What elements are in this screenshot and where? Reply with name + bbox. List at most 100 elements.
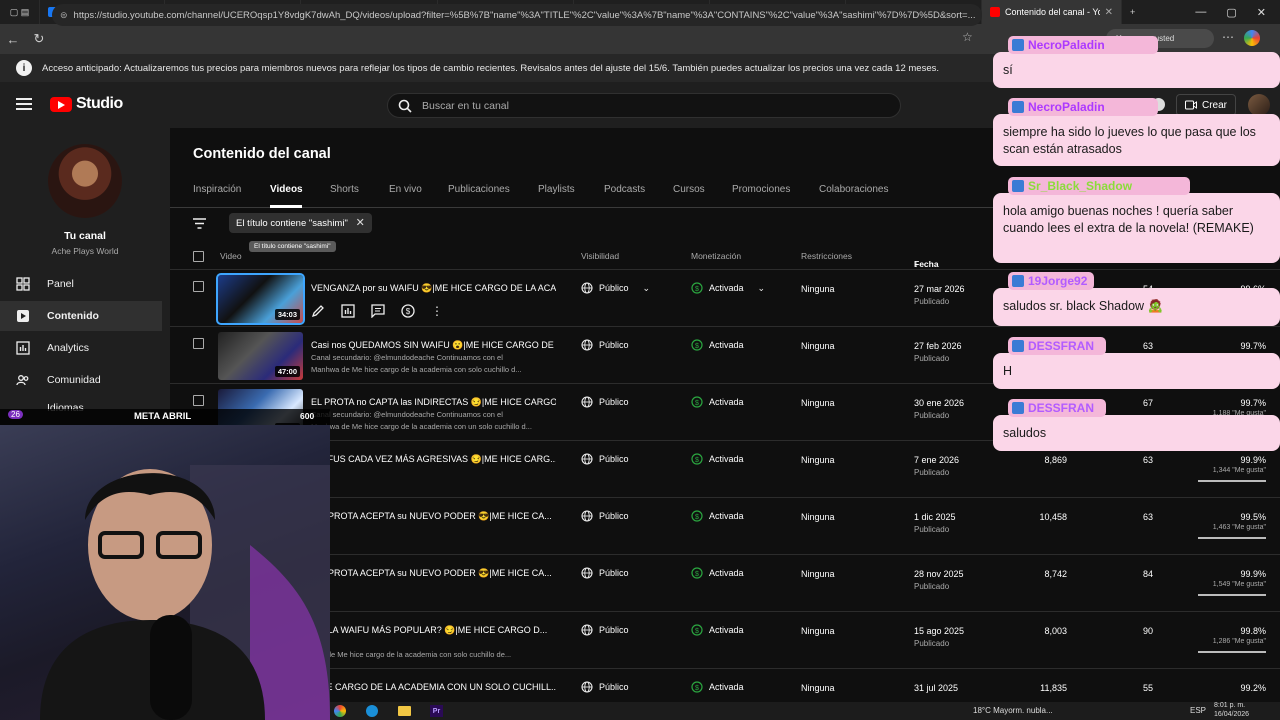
monetization-label: Activada xyxy=(709,454,744,464)
svg-text:$: $ xyxy=(695,400,699,407)
chat-username[interactable]: DESSFRAN xyxy=(1008,399,1106,417)
url-field[interactable]: ⊜ https://studio.youtube.com/channel/UCER… xyxy=(52,4,982,26)
video-thumbnail[interactable]: 47:00 xyxy=(218,332,303,380)
language-indicator[interactable]: ESP xyxy=(1190,706,1206,715)
tab-actions-icon[interactable]: ▢ ▤ xyxy=(0,0,40,24)
chat-username[interactable]: DESSFRAN xyxy=(1008,337,1106,355)
column-visibility[interactable]: Visibilidad xyxy=(581,251,619,261)
site-info-icon[interactable]: ⊜ xyxy=(60,10,68,21)
close-tab-icon[interactable]: ✕ xyxy=(1105,7,1113,18)
gemini-icon[interactable] xyxy=(1244,30,1260,46)
more-options-icon[interactable]: ⋮ xyxy=(431,304,443,318)
row-checkbox[interactable] xyxy=(193,338,204,349)
reload-icon[interactable]: ↻ xyxy=(26,31,52,47)
new-tab-icon[interactable]: + xyxy=(1122,0,1146,24)
monetization-cell[interactable]: $ Activada xyxy=(691,624,744,636)
filter-icon[interactable] xyxy=(193,218,206,229)
row-checkbox[interactable] xyxy=(193,395,204,406)
monetization-cell[interactable]: $ Activada xyxy=(691,567,744,579)
monetization-on-icon: $ xyxy=(691,453,703,465)
video-title[interactable]: HICE CARGO DE LA ACADEMIA CON UN SOLO CU… xyxy=(311,682,556,692)
premiere-taskbar-icon[interactable]: Pr xyxy=(430,705,443,717)
video-title[interactable]: EL PROTA no CAPTA las INDIRECTAS 😏|ME HI… xyxy=(311,397,556,408)
video-title[interactable]: Casi nos QUEDAMOS SIN WAIFU 😮|ME HICE CA… xyxy=(311,340,556,351)
visibility-cell[interactable]: Público xyxy=(581,510,629,522)
video-thumbnail[interactable]: 34:03 xyxy=(216,273,305,325)
column-monetization[interactable]: Monetización xyxy=(691,251,741,261)
monetization-on-icon: $ xyxy=(691,282,703,294)
tab-cursos[interactable]: Cursos xyxy=(673,184,705,195)
globe-icon xyxy=(581,339,593,351)
browser-tab[interactable]: Contenido del canal - YouTu ✕ xyxy=(982,0,1122,24)
globe-icon xyxy=(581,510,593,522)
minimize-icon[interactable]: — xyxy=(1195,6,1206,18)
monetization-label: Activada xyxy=(709,283,744,293)
visibility-cell[interactable]: Público xyxy=(581,681,629,693)
monetization-cell[interactable]: $ Activada xyxy=(691,339,744,351)
monetization-cell[interactable]: $ Activada xyxy=(691,510,744,522)
close-window-icon[interactable]: ✕ xyxy=(1257,6,1266,19)
visibility-cell[interactable]: Público xyxy=(581,567,629,579)
edge-taskbar-icon[interactable] xyxy=(366,705,378,717)
chevron-down-icon[interactable]: ⌄ xyxy=(758,283,766,294)
monetization-on-icon: $ xyxy=(691,681,703,693)
back-icon[interactable]: ← xyxy=(0,32,26,47)
chat-username[interactable]: Sr_Black_Shadow xyxy=(1008,177,1190,195)
visibility-cell[interactable]: Público xyxy=(581,624,629,636)
video-title[interactable]: l es LA WAIFU MÁS POPULAR? 😏|ME HICE CAR… xyxy=(311,625,556,636)
tab-inspiracion[interactable]: Inspiración xyxy=(193,184,241,195)
visibility-cell[interactable]: Público xyxy=(581,396,629,408)
chat-text: saludos xyxy=(993,415,1280,451)
studio-logo[interactable]: Studio xyxy=(50,95,123,113)
video-title[interactable]: VENGANZA por su WAIFU 😎|ME HICE CARGO DE… xyxy=(311,283,556,294)
chat-username[interactable]: 19Jorge92 xyxy=(1008,272,1095,290)
monetization-cell[interactable]: $ Activada xyxy=(691,396,744,408)
chrome-taskbar-icon[interactable] xyxy=(334,705,346,717)
comments-icon[interactable] xyxy=(371,304,385,318)
date-status: Publicado xyxy=(914,411,950,420)
clock-time[interactable]: 8:01 p. m. xyxy=(1214,702,1245,709)
search-input[interactable]: Buscar en tu canal xyxy=(387,93,901,118)
analytics-icon[interactable] xyxy=(341,304,355,318)
monetization-cell[interactable]: $ Activada xyxy=(691,681,744,693)
filter-chip[interactable]: El título contiene "sashimi" ✕ xyxy=(229,213,372,233)
weather-widget[interactable]: 18°C Mayorm. nubla... xyxy=(973,706,1053,715)
chat-username[interactable]: NecroPaladin xyxy=(1008,36,1158,54)
select-all-checkbox[interactable] xyxy=(193,251,204,262)
url-text: https://studio.youtube.com/channel/UCERO… xyxy=(73,9,976,21)
menu-icon[interactable] xyxy=(16,98,32,110)
tab-colaboraciones[interactable]: Colaboraciones xyxy=(819,184,889,195)
views-cell: 10,458 xyxy=(1039,512,1067,522)
column-restrictions[interactable]: Restricciones xyxy=(801,251,852,261)
chevron-down-icon[interactable]: ⌄ xyxy=(643,283,651,294)
maximize-icon[interactable]: ▢ xyxy=(1226,6,1236,19)
more-icon[interactable]: ⋯ xyxy=(1222,30,1234,44)
row-checkbox[interactable] xyxy=(193,281,204,292)
video-title[interactable]: a el PROTA ACEPTA su NUEVO PODER 😎|ME HI… xyxy=(311,511,556,522)
visibility-cell[interactable]: Público xyxy=(581,339,629,351)
tab-en-vivo[interactable]: En vivo xyxy=(389,184,422,195)
visibility-cell[interactable]: Público ⌄ xyxy=(581,282,650,294)
video-title[interactable]: a el PROTA ACEPTA su NUEVO PODER 😎|ME HI… xyxy=(311,568,556,579)
close-icon[interactable]: ✕ xyxy=(356,216,365,229)
monetization-cell[interactable]: $ Activada xyxy=(691,453,744,465)
folder-taskbar-icon[interactable] xyxy=(398,706,411,716)
account-avatar[interactable] xyxy=(1248,94,1270,116)
channel-avatar[interactable] xyxy=(48,144,122,218)
monetization-cell[interactable]: $ Activada ⌄ xyxy=(691,282,765,294)
tab-publicaciones[interactable]: Publicaciones xyxy=(448,184,510,195)
monetization-icon[interactable]: $ xyxy=(401,304,415,318)
chat-username[interactable]: NecroPaladin xyxy=(1008,98,1158,116)
video-description: nwa de Me hice cargo de la academia con … xyxy=(311,650,512,659)
tab-playlists[interactable]: Playlists xyxy=(538,184,575,195)
tab-videos[interactable]: Videos xyxy=(270,184,303,195)
tab-promociones[interactable]: Promociones xyxy=(732,184,790,195)
tab-podcasts[interactable]: Podcasts xyxy=(604,184,645,195)
edit-pencil-icon[interactable] xyxy=(311,304,325,318)
clock-date[interactable]: 16/04/2026 xyxy=(1214,711,1249,718)
create-button[interactable]: Crear xyxy=(1176,94,1237,116)
video-title[interactable]: WAIFUS CADA VEZ MÁS AGRESIVAS 😏|ME HICE … xyxy=(311,454,556,465)
bookmark-star-icon[interactable]: ☆ xyxy=(962,30,973,44)
visibility-cell[interactable]: Público xyxy=(581,453,629,465)
tab-shorts[interactable]: Shorts xyxy=(330,184,359,195)
